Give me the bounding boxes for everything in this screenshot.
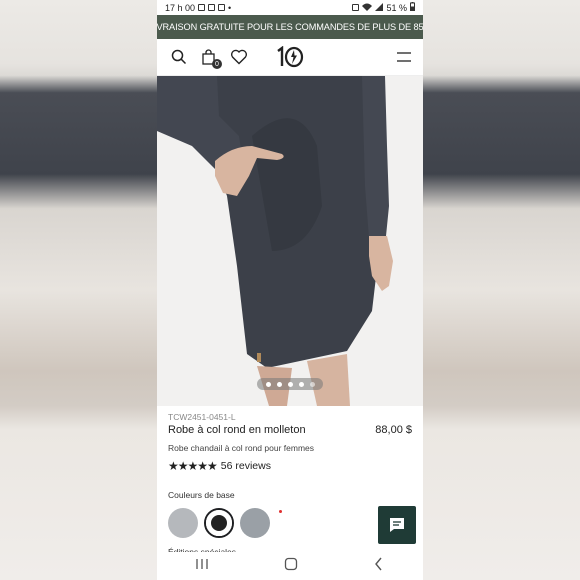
product-sku: TCW2451-0451-L bbox=[168, 412, 236, 422]
carousel-dot[interactable] bbox=[287, 381, 293, 387]
product-photo bbox=[157, 76, 423, 406]
product-title: Robe à col rond en molleton bbox=[168, 424, 306, 436]
reviews-link[interactable]: 56 reviews bbox=[221, 460, 271, 472]
battery-level: 51 % bbox=[386, 2, 407, 13]
color-swatch-light-grey[interactable] bbox=[168, 508, 198, 538]
menu-icon[interactable] bbox=[397, 50, 411, 64]
product-rating[interactable]: ★★★★★ 56 reviews bbox=[168, 459, 412, 473]
gallery-icon bbox=[208, 4, 216, 11]
alarm-icon bbox=[352, 4, 360, 11]
logo-icon[interactable] bbox=[275, 45, 305, 68]
recent-apps-icon[interactable] bbox=[195, 557, 209, 575]
new-indicator-dot bbox=[279, 510, 282, 513]
site-header: 0 bbox=[157, 39, 423, 76]
link-icon bbox=[198, 4, 206, 11]
back-icon[interactable] bbox=[373, 557, 385, 576]
home-icon[interactable] bbox=[284, 557, 298, 576]
heart-icon[interactable] bbox=[229, 47, 249, 67]
status-bar: 17 h 00 • 51 % bbox=[157, 0, 423, 15]
color-swatches bbox=[168, 508, 412, 538]
phone-screen: 17 h 00 • 51 % LIVRAISON GRATUITE POUR L… bbox=[157, 0, 423, 580]
carousel-dot[interactable] bbox=[265, 381, 271, 387]
battery-icon bbox=[410, 2, 415, 13]
android-nav-bar bbox=[157, 552, 423, 580]
title-row: Robe à col rond en molleton 88,00 $ bbox=[168, 424, 412, 436]
color-swatch-grey[interactable] bbox=[240, 508, 270, 538]
carousel-dots[interactable] bbox=[257, 378, 323, 390]
selected-swatch-inner bbox=[206, 510, 232, 536]
cart-count-badge: 0 bbox=[212, 59, 222, 69]
signal-icon bbox=[375, 2, 384, 13]
colors-label: Couleurs de base bbox=[168, 490, 235, 500]
chat-icon bbox=[390, 518, 404, 532]
star-rating-icon: ★★★★★ bbox=[168, 459, 218, 473]
carousel-dot[interactable] bbox=[298, 381, 304, 387]
product-price: 88,00 $ bbox=[375, 424, 412, 436]
chat-button[interactable] bbox=[378, 506, 416, 544]
product-image[interactable] bbox=[157, 76, 423, 406]
cart-icon[interactable]: 0 bbox=[199, 47, 222, 69]
dot-icon: • bbox=[228, 2, 232, 13]
search-icon[interactable] bbox=[169, 47, 189, 67]
product-subtitle: Robe chandail à col rond pour femmes bbox=[168, 443, 314, 453]
image-icon bbox=[218, 4, 226, 11]
wifi-icon bbox=[362, 3, 373, 13]
carousel-dot[interactable] bbox=[309, 381, 315, 387]
status-time: 17 h 00 bbox=[165, 2, 196, 13]
promo-banner[interactable]: LIVRAISON GRATUITE POUR LES COMMANDES DE… bbox=[157, 15, 423, 39]
carousel-dot[interactable] bbox=[276, 381, 282, 387]
color-swatch-black-selected[interactable] bbox=[204, 508, 234, 538]
